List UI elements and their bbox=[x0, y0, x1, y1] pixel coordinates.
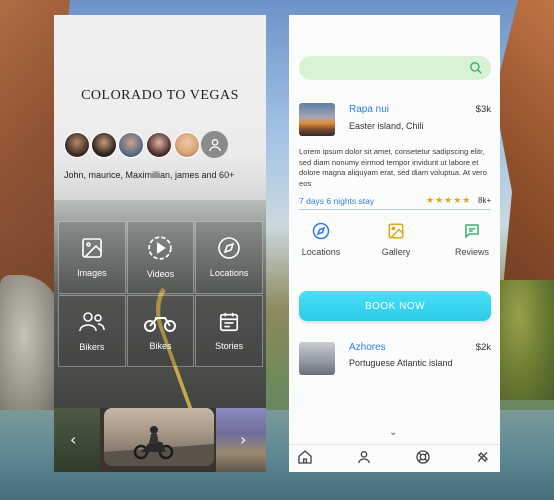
trip-menu-grid: Images Videos Locations Bikers Bikes Sto… bbox=[58, 221, 263, 367]
listing-description: Lorem ipsum dolor sit amet, consetetur s… bbox=[299, 147, 487, 188]
bell-icon[interactable] bbox=[475, 449, 491, 465]
tile-stories[interactable]: Stories bbox=[195, 294, 263, 367]
user-icon bbox=[208, 138, 221, 151]
listing-title[interactable]: Rapa nui bbox=[349, 104, 389, 115]
destinations-screen: Rapa nui $3k Easter island, Chili Lorem … bbox=[289, 15, 500, 472]
listing-title[interactable]: Azhores bbox=[349, 342, 386, 353]
listing-thumbnail[interactable] bbox=[299, 342, 335, 375]
compass-icon bbox=[218, 237, 240, 260]
chat-icon bbox=[465, 224, 479, 239]
rider-silhouette bbox=[104, 426, 214, 466]
photo-carousel[interactable]: ‹ › bbox=[54, 408, 266, 472]
tile-label: Images bbox=[77, 268, 107, 279]
action-label: Gallery bbox=[381, 247, 411, 257]
stay-duration: 7 days 6 nights stay bbox=[299, 196, 375, 206]
listing-thumbnail[interactable] bbox=[299, 103, 335, 136]
tile-images[interactable]: Images bbox=[58, 221, 126, 294]
background-rock bbox=[0, 275, 60, 425]
reviews-action[interactable]: Reviews bbox=[442, 222, 500, 257]
carousel-next-button[interactable]: › bbox=[240, 430, 246, 449]
avatar[interactable] bbox=[118, 132, 144, 158]
members-summary: John, maurice, Maximillian, james and 60… bbox=[64, 170, 235, 180]
tile-bikers[interactable]: Bikers bbox=[58, 294, 126, 367]
action-label: Locations bbox=[301, 247, 341, 257]
tile-label: Stories bbox=[215, 340, 244, 351]
avatar[interactable] bbox=[146, 132, 172, 158]
motorcycle-icon bbox=[144, 316, 177, 332]
scroll-down-indicator[interactable]: ⌄ bbox=[389, 427, 397, 438]
rating-stars: ★★★★★ bbox=[426, 195, 472, 205]
play-icon bbox=[148, 236, 173, 260]
divider bbox=[299, 209, 491, 210]
calendar-icon bbox=[220, 312, 239, 331]
tile-label: Bikers bbox=[79, 341, 105, 352]
tile-bikes[interactable]: Bikes bbox=[126, 294, 195, 367]
bottom-tab-bar bbox=[289, 444, 500, 472]
review-count: 8k+ bbox=[478, 196, 492, 205]
listing-price: $3k bbox=[475, 104, 491, 115]
carousel-thumbnail[interactable] bbox=[54, 408, 100, 472]
carousel-prev-button[interactable]: ‹ bbox=[70, 430, 76, 449]
more-members-button[interactable] bbox=[201, 131, 228, 158]
gallery-action[interactable]: Gallery bbox=[366, 222, 426, 257]
book-now-button[interactable]: BOOK NOW bbox=[299, 291, 491, 321]
home-icon[interactable] bbox=[297, 449, 313, 465]
image-icon bbox=[388, 223, 404, 239]
tile-label: Locations bbox=[209, 268, 249, 279]
support-icon[interactable] bbox=[415, 449, 431, 465]
avatar[interactable] bbox=[174, 132, 200, 158]
tile-videos[interactable]: Videos bbox=[126, 221, 195, 294]
tile-label: Bikes bbox=[149, 340, 172, 351]
tile-label: Videos bbox=[146, 269, 175, 280]
listing-actions: Locations Gallery Reviews bbox=[289, 222, 500, 272]
search-icon[interactable] bbox=[469, 61, 483, 75]
trip-screen: COLORADO TO VEGAS John, maurice, Maximil… bbox=[54, 15, 266, 472]
trip-title: COLORADO TO VEGAS bbox=[81, 88, 239, 103]
search-bar[interactable] bbox=[299, 56, 491, 80]
action-label: Reviews bbox=[454, 247, 489, 257]
background-cliff bbox=[494, 0, 554, 320]
avatar[interactable] bbox=[64, 132, 90, 158]
tile-locations[interactable]: Locations bbox=[195, 221, 263, 294]
image-icon bbox=[82, 238, 102, 259]
compass-icon bbox=[312, 222, 330, 240]
listing-subtitle: Portuguese Atlantic island bbox=[349, 358, 453, 368]
locations-action[interactable]: Locations bbox=[291, 222, 351, 257]
avatar[interactable] bbox=[91, 132, 117, 158]
listing-subtitle: Easter island, Chili bbox=[349, 121, 424, 131]
listing-price: $2k bbox=[475, 342, 491, 353]
carousel-main-photo[interactable] bbox=[104, 408, 214, 466]
users-icon bbox=[79, 311, 105, 331]
user-icon[interactable] bbox=[356, 449, 372, 465]
